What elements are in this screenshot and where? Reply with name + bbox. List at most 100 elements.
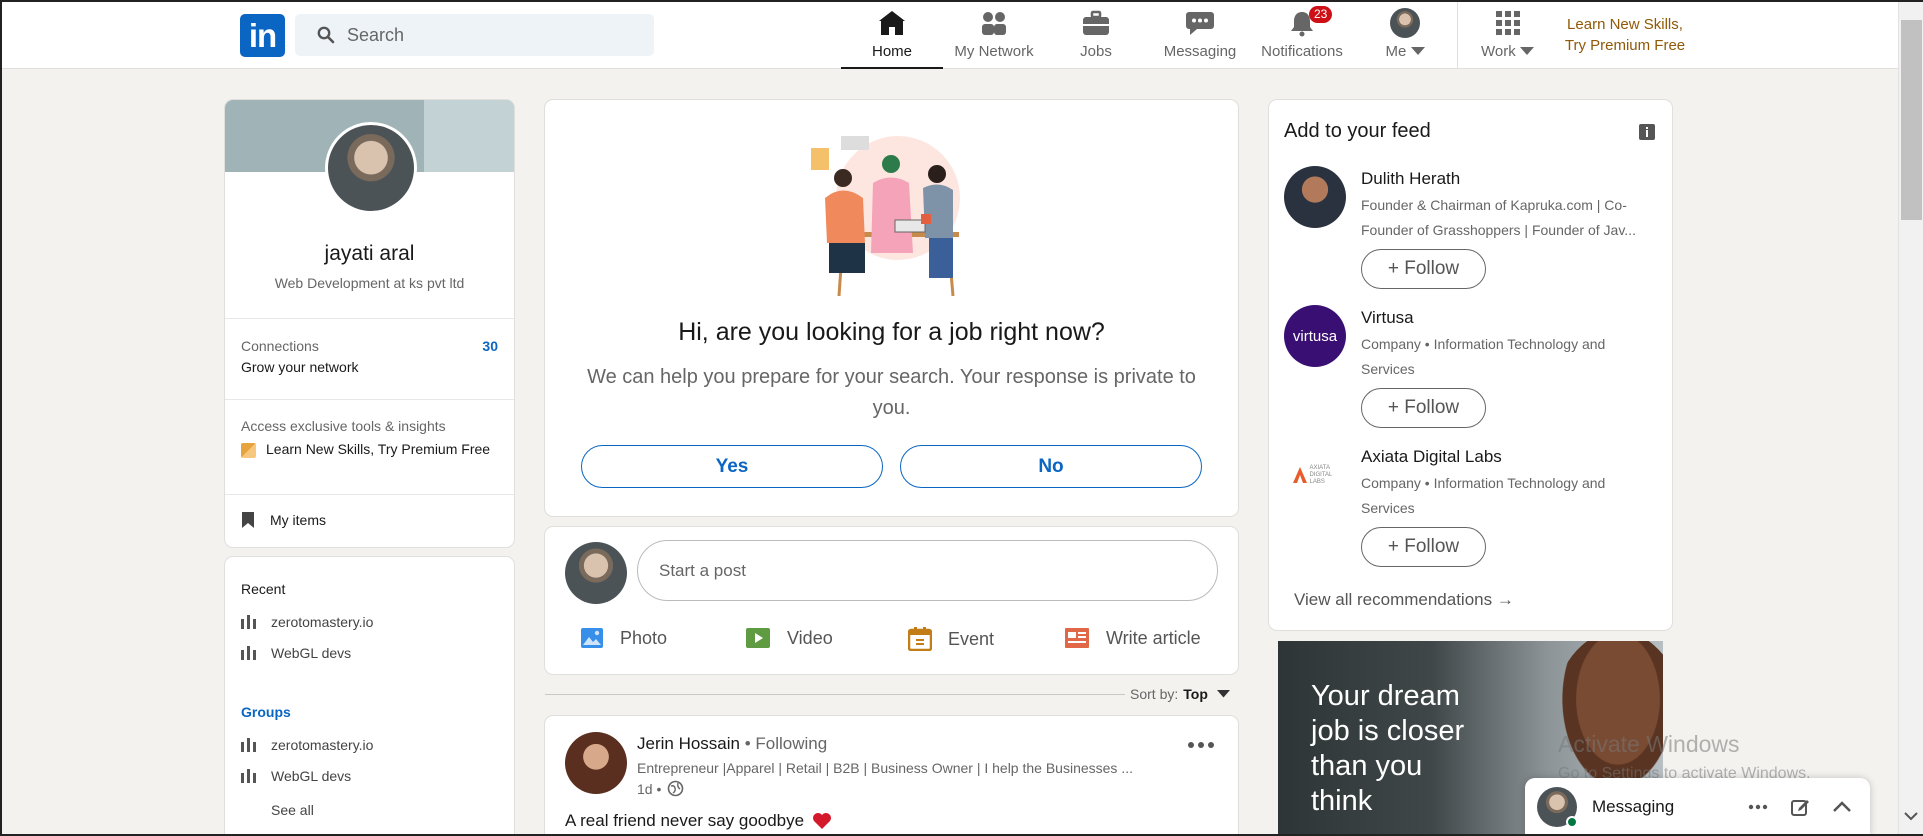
grid-icon [1495, 11, 1520, 35]
rec-avatar[interactable] [1284, 166, 1346, 228]
page-scrollbar[interactable] [1898, 0, 1923, 836]
compose-icon[interactable] [1790, 797, 1810, 817]
rec-name[interactable]: Axiata Digital Labs [1361, 447, 1502, 467]
event-button[interactable]: Event [908, 627, 994, 651]
post-time: 1d • [637, 780, 662, 797]
sort-divider [545, 694, 1125, 695]
rec-desc: Company • Information Technology and Ser… [1361, 332, 1605, 382]
my-items-link[interactable]: My items [241, 511, 326, 529]
online-status-dot [1566, 816, 1578, 828]
chevron-up-icon[interactable] [1832, 801, 1852, 813]
group-item-label: WebGL devs [271, 768, 352, 784]
rec-name[interactable]: Virtusa [1361, 308, 1414, 328]
view-all-recommendations-link[interactable]: View all recommendations → [1294, 590, 1514, 610]
caret-down-icon [1519, 47, 1534, 55]
write-article-button[interactable]: Write article [1064, 627, 1201, 649]
search-bar[interactable] [295, 14, 654, 56]
watermark-line1: Activate Windows [1558, 731, 1740, 757]
post-meta: 1d • [637, 780, 684, 797]
calendar-icon [908, 627, 932, 651]
scroll-down-arrow-icon[interactable] [1904, 812, 1918, 821]
ad-text-line: Your dream [1311, 680, 1460, 712]
video-label: Video [787, 627, 833, 648]
recent-title: Recent [241, 581, 286, 597]
yes-button[interactable]: Yes [581, 445, 883, 488]
search-input[interactable] [347, 24, 627, 46]
start-post-button[interactable]: Start a post [637, 540, 1218, 601]
nav-my-network[interactable]: My Network [943, 8, 1045, 69]
nav-notifications[interactable]: 23 Notifications [1252, 6, 1352, 69]
chat-icon [1186, 12, 1214, 35]
premium-link[interactable]: Learn New Skills, Try Premium Free [1555, 14, 1695, 56]
nav-messaging[interactable]: Messaging [1155, 8, 1245, 69]
video-button[interactable]: Video [745, 627, 833, 649]
divider [225, 494, 514, 495]
recent-item[interactable]: WebGL devs [241, 645, 351, 661]
follow-button[interactable]: + Follow [1361, 249, 1486, 289]
briefcase-icon [1083, 10, 1109, 35]
write-article-label: Write article [1106, 627, 1201, 648]
rec-desc: Founder & Chairman of Kapruka.com | Co- … [1361, 193, 1636, 243]
article-icon [1065, 628, 1089, 648]
post-author-name[interactable]: Jerin Hossain [637, 734, 740, 753]
nav-work[interactable]: Work [1470, 8, 1545, 69]
follow-button[interactable]: + Follow [1361, 527, 1486, 567]
nav-work-label: Work [1481, 43, 1534, 60]
post-more-button[interactable] [1187, 736, 1215, 754]
post-text-row: A real friend never say goodbye [565, 811, 832, 831]
add-to-feed-card: Add to your feed Dulith Herath Founder &… [1268, 99, 1673, 631]
nav-jobs[interactable]: Jobs [1060, 8, 1132, 69]
no-button[interactable]: No [900, 445, 1202, 488]
follow-button[interactable]: + Follow [1361, 388, 1486, 428]
rec-desc-line: Services [1361, 500, 1415, 516]
premium-upsell[interactable]: Access exclusive tools & insights Learn … [241, 418, 498, 459]
see-all-link[interactable]: See all [271, 802, 314, 818]
groups-title[interactable]: Groups [241, 704, 291, 720]
linkedin-logo[interactable]: in [240, 14, 285, 57]
info-icon[interactable] [1639, 124, 1655, 140]
more-icon[interactable] [1748, 804, 1768, 810]
recent-item[interactable]: zerotomastery.io [241, 614, 373, 630]
nav-my-network-label: My Network [954, 43, 1034, 60]
nav-notifications-label: Notifications [1261, 43, 1343, 60]
post-author-avatar[interactable] [565, 732, 627, 794]
job-search-card: Hi, are you looking for a job right now?… [544, 99, 1239, 517]
group-item[interactable]: WebGL devs [241, 768, 351, 784]
group-icon [241, 738, 256, 752]
profile-card: jayati aral Web Development at ks pvt lt… [224, 99, 515, 548]
divider [225, 318, 514, 319]
messaging-overlay[interactable]: Messaging [1525, 778, 1870, 836]
profile-name[interactable]: jayati aral [225, 242, 514, 266]
group-item[interactable]: zerotomastery.io [241, 737, 373, 753]
rec-desc-line: Founder of Grasshoppers | Founder of Jav… [1361, 222, 1636, 238]
group-item-label: zerotomastery.io [271, 737, 374, 753]
my-items-label: My items [270, 512, 326, 528]
composer-avatar[interactable] [565, 542, 627, 604]
nav-home-label: Home [871, 43, 912, 60]
premium-icon [241, 443, 256, 458]
axiata-mark-icon [1292, 467, 1307, 483]
rec-desc: Company • Information Technology and Ser… [1361, 471, 1605, 521]
nav-home[interactable]: Home [841, 8, 943, 69]
job-question-subtitle: We can help you prepare for your search.… [587, 366, 1196, 419]
rec-name[interactable]: Dulith Herath [1361, 169, 1460, 189]
nav-me[interactable]: Me [1375, 8, 1435, 69]
rec-desc-line: Company • Information Technology and [1361, 336, 1606, 352]
virtusa-logo[interactable]: virtusa [1284, 305, 1346, 367]
connections-row[interactable]: Connections 30 Grow your network [241, 338, 498, 375]
event-label: Event [948, 628, 995, 649]
illustration-people-meeting [811, 136, 960, 297]
post-author-line: Jerin Hossain • Following [637, 734, 827, 754]
caret-down-icon [1410, 47, 1425, 55]
search-icon [317, 26, 335, 44]
sort-dropdown[interactable]: Sort by: Top [1130, 686, 1230, 702]
axiata-logo[interactable]: AXIATA DIGITAL LABS [1284, 444, 1346, 506]
connections-count: 30 [482, 338, 498, 354]
rec-desc-line: Founder & Chairman of Kapruka.com | Co- [1361, 197, 1627, 213]
profile-photo[interactable] [325, 122, 417, 214]
caret-down-icon [1216, 690, 1230, 698]
ad-text-line: than you [1311, 750, 1423, 782]
scrollbar-thumb[interactable] [1901, 20, 1922, 220]
post-following-label: • Following [744, 734, 828, 753]
photo-button[interactable]: Photo [580, 627, 667, 649]
